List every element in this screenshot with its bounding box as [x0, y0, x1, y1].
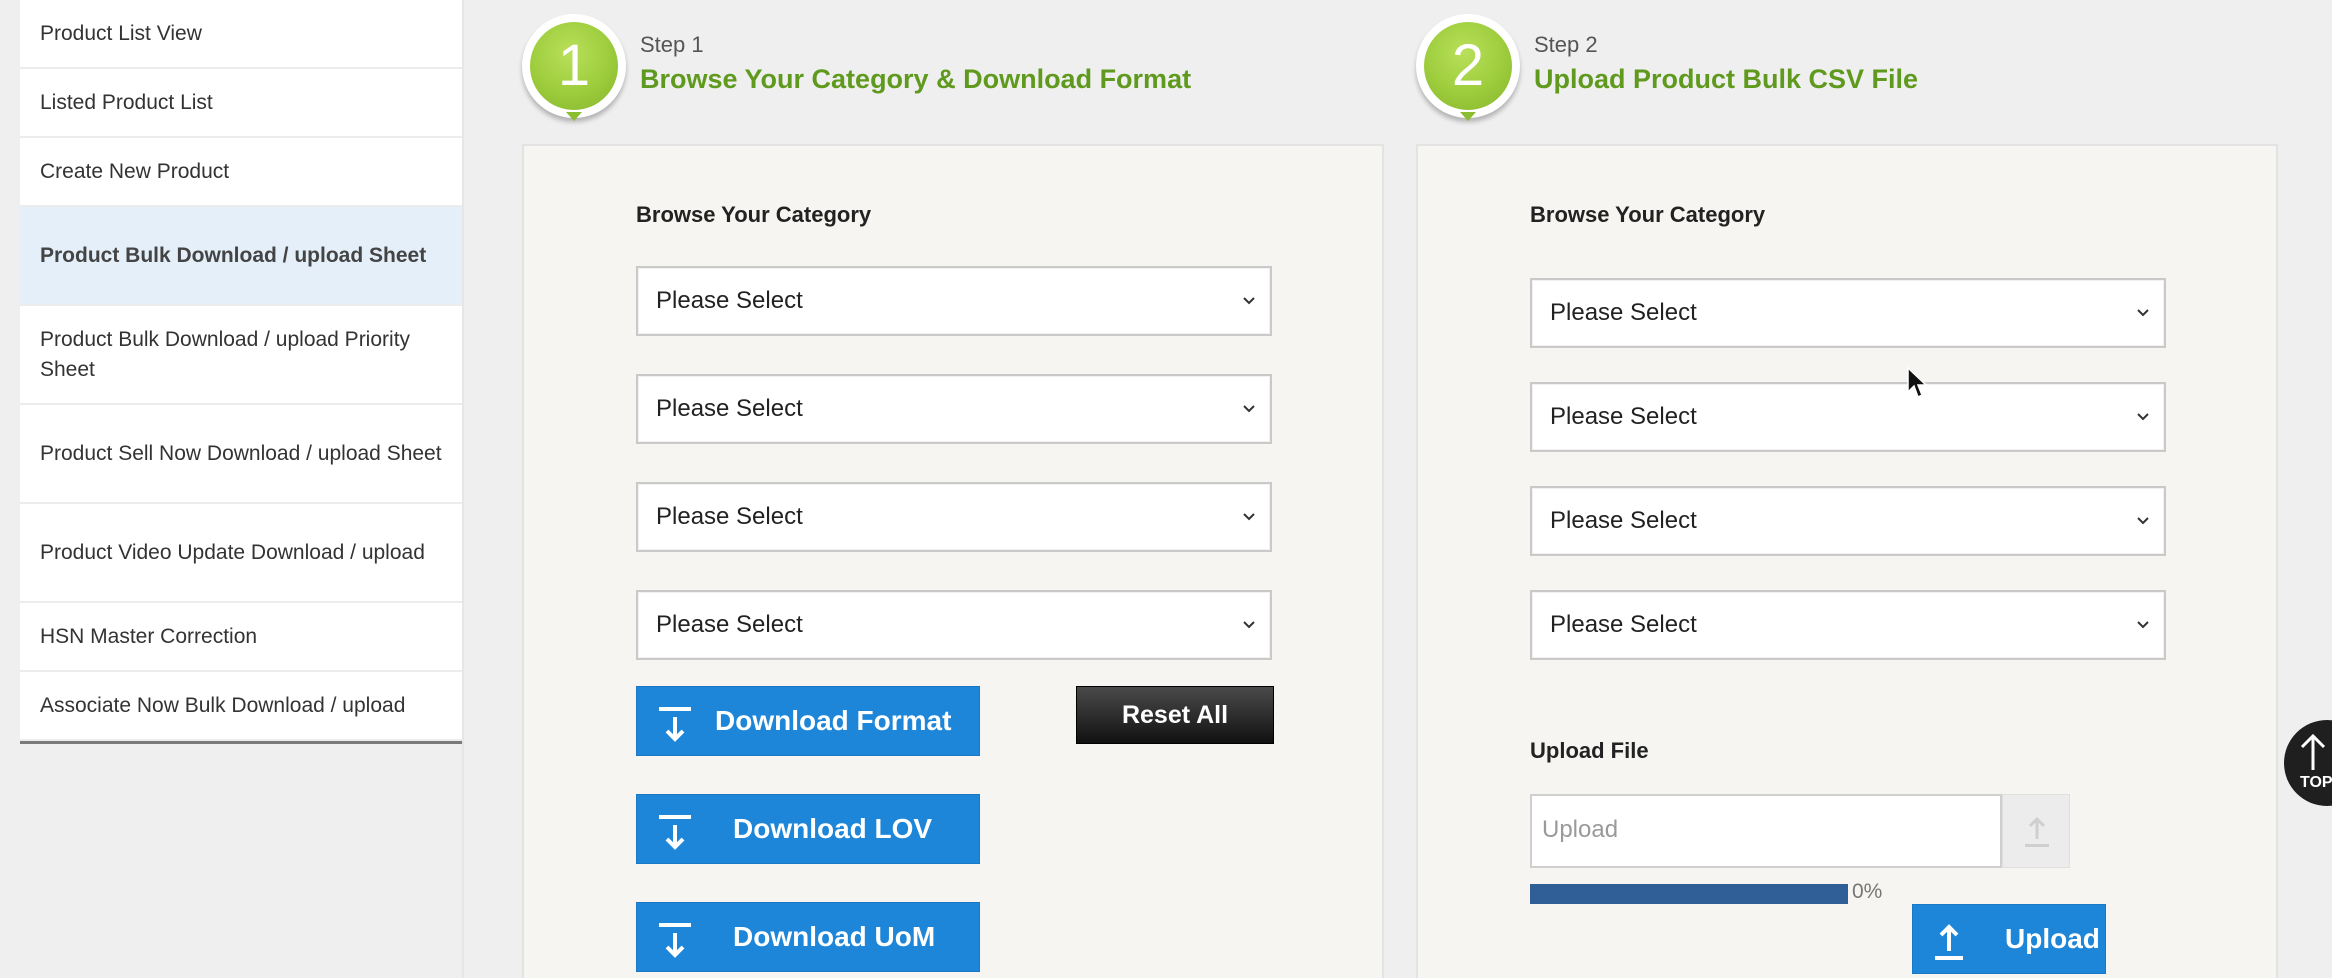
step2-panel-title: Browse Your Category — [1530, 202, 1766, 227]
download-icon — [659, 923, 691, 958]
step1-panel-title: Browse Your Category — [636, 202, 872, 227]
reset-all-button[interactable]: Reset All — [1076, 686, 1274, 744]
sidebar-item-label: HSN Master Correction — [40, 624, 258, 648]
step2-category-select-3[interactable]: Please Select — [1530, 486, 2166, 556]
chevron-down-icon — [2137, 621, 2149, 629]
sidebar-item-label: Product List View — [40, 21, 202, 45]
download-icon — [659, 707, 691, 742]
sidebar-item-associate-now-bulk[interactable]: Associate Now Bulk Download / upload — [20, 672, 462, 741]
sidebar-item-product-list-view[interactable]: Product List View — [20, 0, 462, 69]
sidebar-item-label: Product Sell Now Download / upload Sheet — [40, 441, 442, 465]
sidebar-item-create-new-product[interactable]: Create New Product — [20, 138, 462, 207]
step1-header: 1 Step 1 Browse Your Category & Download… — [522, 14, 1222, 124]
download-lov-button[interactable]: Download LOV — [636, 794, 980, 864]
download-icon — [659, 815, 691, 850]
step1-badge: 1 — [522, 14, 626, 121]
step2-category-select-2[interactable]: Please Select — [1530, 382, 2166, 452]
sidebar-item-product-bulk-priority-sheet[interactable]: Product Bulk Download / upload Priority … — [20, 306, 462, 405]
upload-icon — [2025, 816, 2049, 847]
step2-title: Upload Product Bulk CSV File — [1534, 64, 1919, 94]
sidebar-item-label: Product Video Update Download / upload — [40, 540, 425, 564]
step2-header: 2 Step 2 Upload Product Bulk CSV File — [1416, 14, 2116, 124]
step2-panel: Browse Your Category Please Select Pleas… — [1416, 144, 2278, 978]
upload-icon — [1935, 924, 1963, 960]
step1-category-select-3[interactable]: Please Select — [636, 482, 1272, 552]
step1-category-select-1[interactable]: Please Select — [636, 266, 1272, 336]
arrow-up-icon — [2300, 733, 2326, 770]
sidebar-item-label: Create New Product — [40, 159, 230, 183]
sidebar-item-label: Associate Now Bulk Download / upload — [40, 693, 406, 717]
step1-category-select-2[interactable]: Please Select — [636, 374, 1272, 444]
sidebar: Product List View Listed Product List Cr… — [20, 0, 462, 744]
chevron-down-icon — [1243, 513, 1255, 521]
step1-category-select-4[interactable]: Please Select — [636, 590, 1272, 660]
step2-category-select-1[interactable]: Please Select — [1530, 278, 2166, 348]
sidebar-item-product-sell-now[interactable]: Product Sell Now Download / upload Sheet — [20, 405, 462, 504]
sidebar-item-listed-product-list[interactable]: Listed Product List — [20, 69, 462, 138]
chevron-down-icon — [1243, 405, 1255, 413]
upload-file-input[interactable]: Upload — [1530, 794, 2002, 868]
sidebar-item-label: Listed Product List — [40, 90, 213, 114]
sidebar-item-product-bulk-download-upload[interactable]: Product Bulk Download / upload Sheet — [20, 207, 462, 306]
browse-file-button[interactable] — [2002, 794, 2070, 868]
step1-title: Browse Your Category & Download Format — [640, 64, 1192, 94]
upload-button[interactable]: Upload — [1912, 904, 2106, 974]
step2-badge: 2 — [1416, 14, 1520, 121]
chevron-down-icon — [2137, 413, 2149, 421]
sidebar-item-hsn-master-correction[interactable]: HSN Master Correction — [20, 603, 462, 672]
step2-category-select-4[interactable]: Please Select — [1530, 590, 2166, 660]
chevron-down-icon — [2137, 309, 2149, 317]
upload-file-label: Upload File — [1530, 738, 1649, 763]
chevron-down-icon — [2137, 517, 2149, 525]
sidebar-item-label: Product Bulk Download / upload Sheet — [40, 243, 427, 267]
chevron-down-icon — [1243, 297, 1255, 305]
content-divider — [462, 0, 464, 978]
chevron-down-icon — [1243, 621, 1255, 629]
mouse-cursor-icon — [1907, 366, 1928, 399]
step2-label: Step 2 — [1534, 32, 1598, 57]
sidebar-item-label: Product Bulk Download / upload Priority … — [40, 327, 411, 381]
step1-panel: Browse Your Category Please Select Pleas… — [522, 144, 1384, 978]
upload-progress-bar — [1530, 884, 1848, 904]
step1-label: Step 1 — [640, 32, 704, 57]
sidebar-item-product-video-update[interactable]: Product Video Update Download / upload — [20, 504, 462, 603]
download-format-button[interactable]: Download Format — [636, 686, 980, 756]
upload-progress-text: 0% — [1852, 880, 1883, 903]
download-uom-button[interactable]: Download UoM — [636, 902, 980, 972]
back-to-top-button[interactable]: TOP — [2284, 720, 2332, 806]
